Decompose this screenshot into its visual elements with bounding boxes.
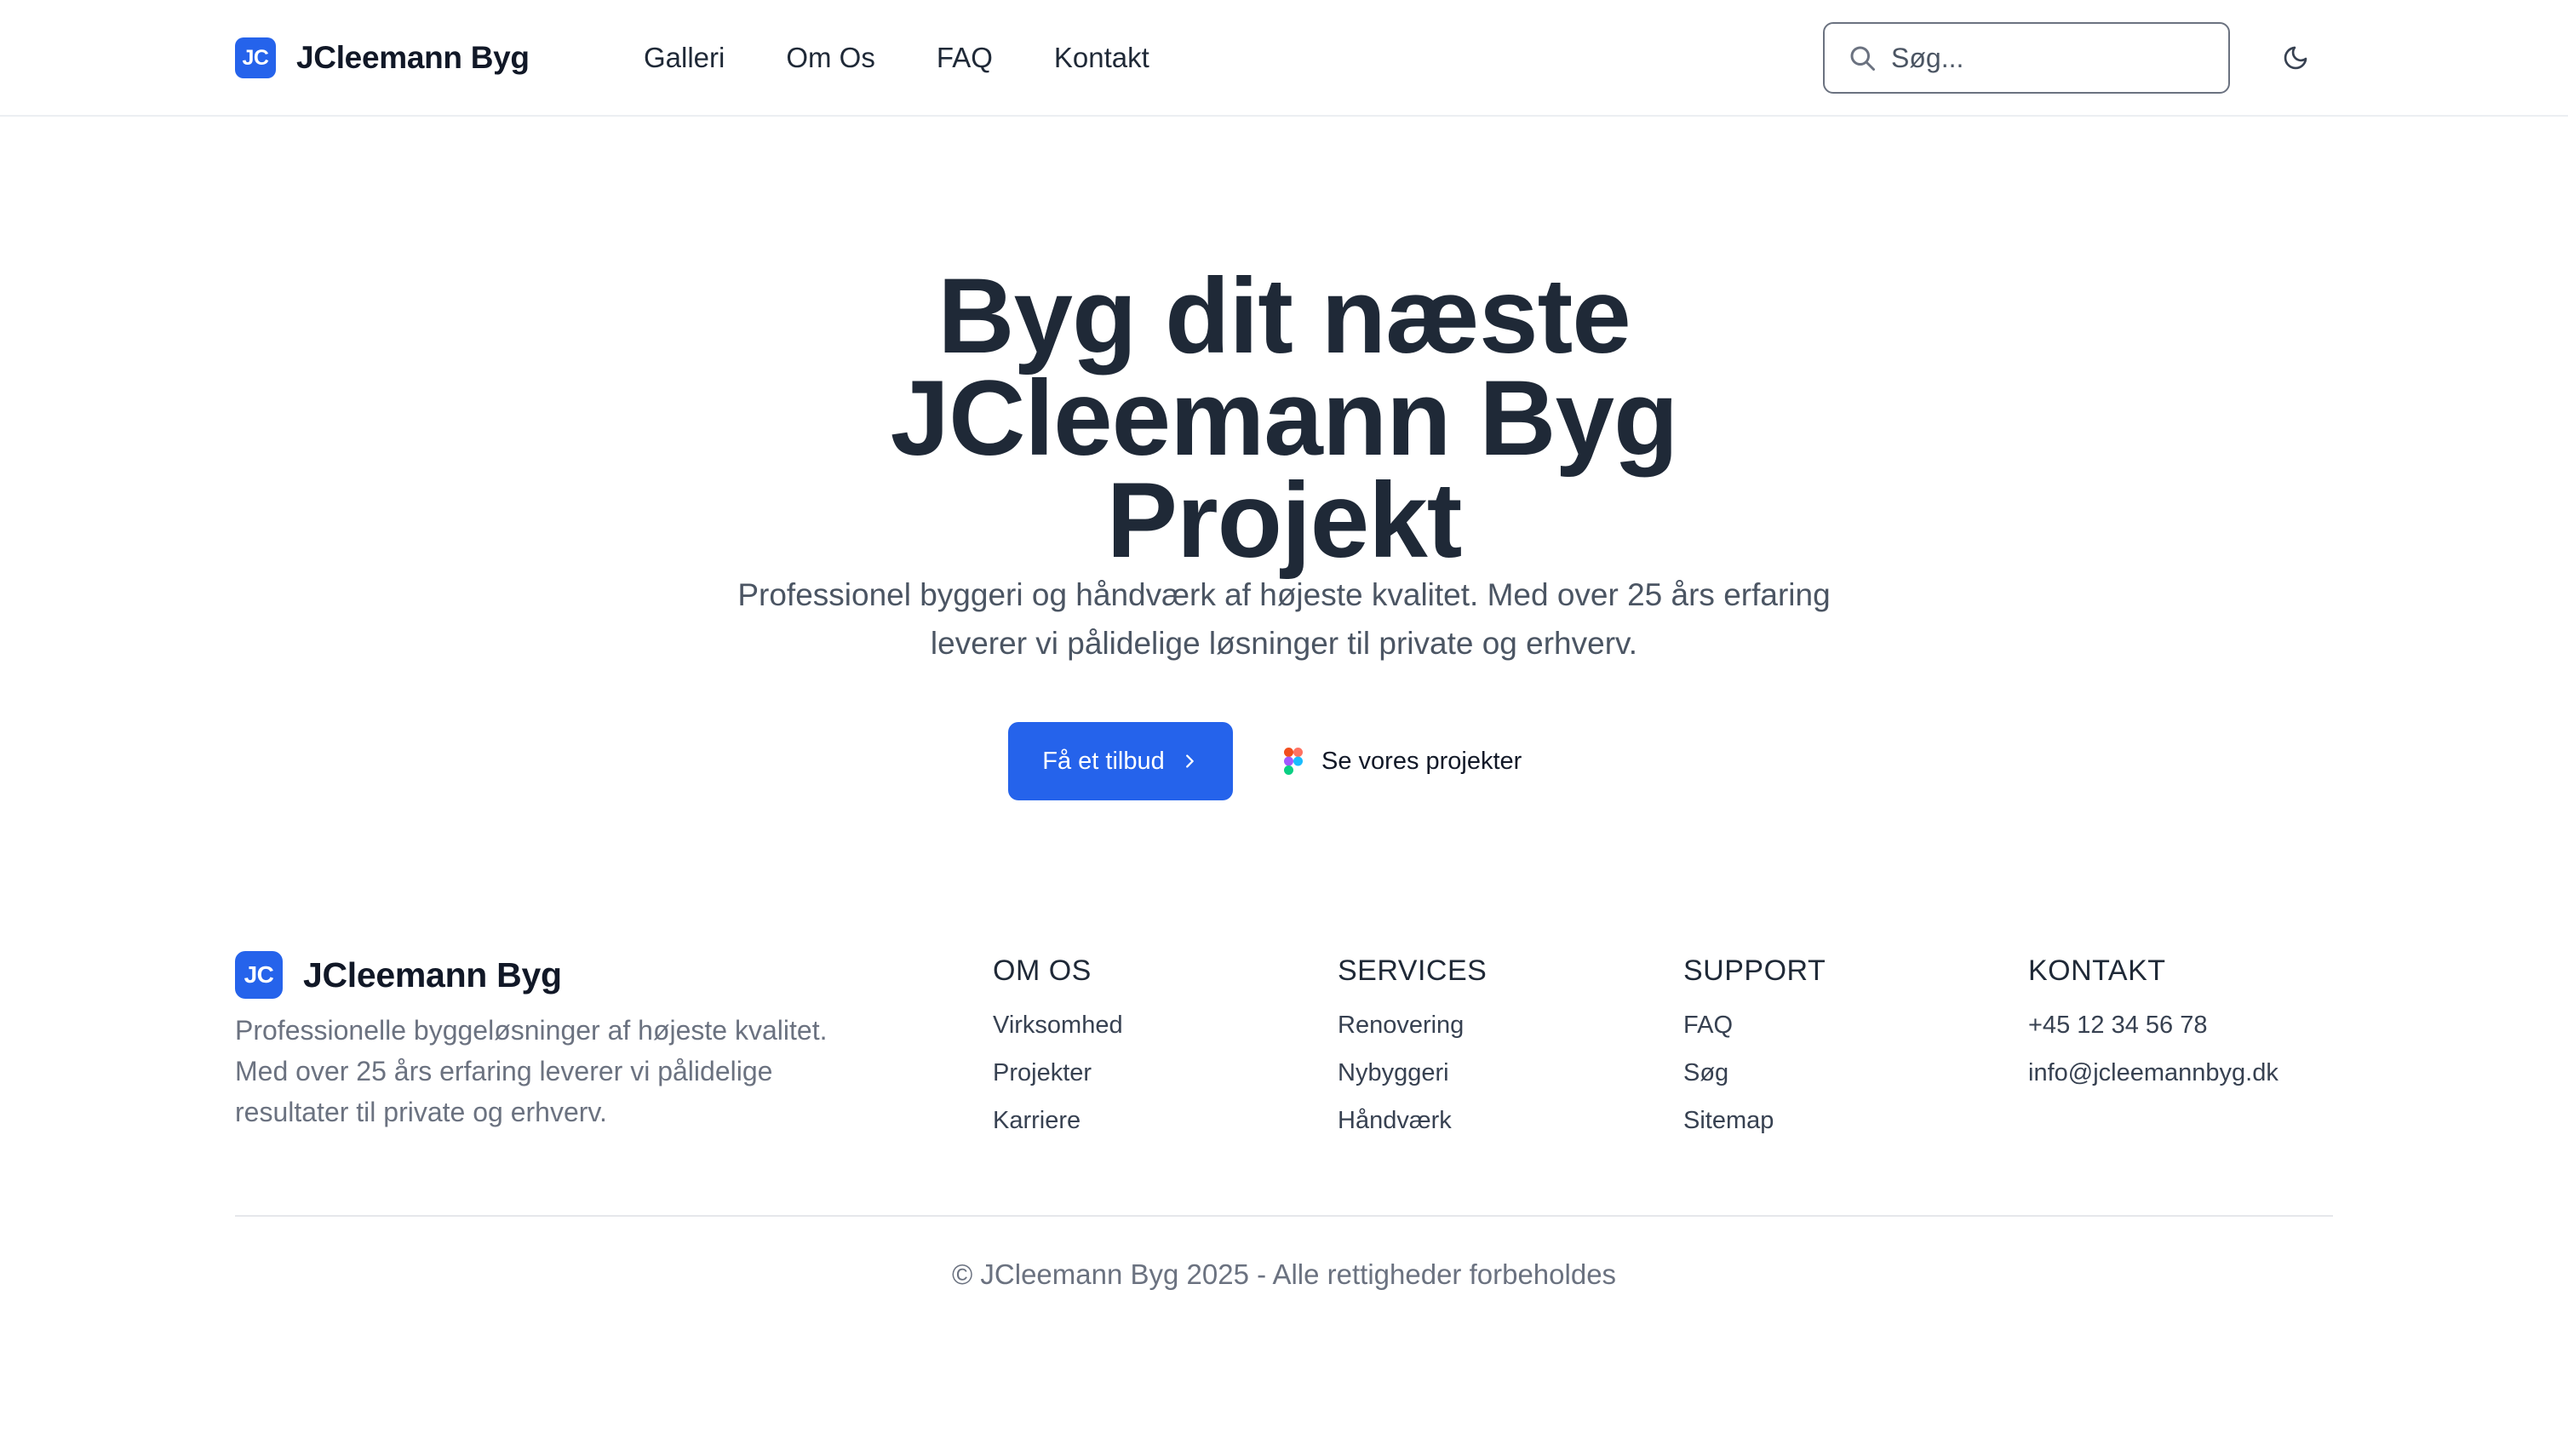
nav-om-os[interactable]: Om Os (786, 37, 875, 78)
hero-subtitle: Professionel byggeri og håndværk af høje… (688, 570, 1880, 668)
hero-title-line: JCleemann Byg (890, 359, 1679, 478)
footer-description-line: resultater til private og erhverv. (235, 1097, 607, 1127)
footer-heading: SERVICES (1338, 954, 1487, 987)
footer-heading: KONTAKT (2028, 954, 2166, 987)
footer-logo-badge: JC (235, 951, 283, 999)
footer-link-virksomhed[interactable]: Virksomhed (993, 1012, 1123, 1039)
footer-column-support: SUPPORT FAQ Søg Sitemap (1683, 952, 1826, 1144)
footer-description: Professionelle byggeløsninger af højeste… (235, 1010, 916, 1132)
see-projects-button[interactable]: Se vores projekter (1284, 741, 1522, 782)
moon-icon (2282, 44, 2309, 72)
footer-link-sog[interactable]: Søg (1683, 1059, 1728, 1086)
footer-link-email[interactable]: info@jcleemannbyg.dk (2028, 1059, 2279, 1086)
hero-title-line: Byg dit næste (937, 257, 1631, 375)
footer-brand-name: JCleemann Byg (303, 954, 562, 995)
footer-link-sitemap[interactable]: Sitemap (1683, 1107, 1774, 1134)
see-projects-label: Se vores projekter (1321, 747, 1522, 775)
logo-badge: JC (235, 37, 276, 78)
nav-galleri[interactable]: Galleri (644, 37, 725, 78)
footer-heading: OM OS (993, 954, 1092, 987)
brand-link[interactable]: JC JCleemann Byg (235, 37, 530, 78)
footer-link-faq[interactable]: FAQ (1683, 1012, 1733, 1039)
footer-link-karriere[interactable]: Karriere (993, 1107, 1081, 1134)
chevron-right-icon (1180, 752, 1199, 771)
footer-link-handvaerk[interactable]: Håndværk (1338, 1107, 1452, 1134)
get-quote-label: Få et tilbud (1042, 747, 1165, 775)
theme-toggle-button[interactable] (2279, 41, 2313, 75)
site-header: JC JCleemann Byg Galleri Om Os FAQ Konta… (0, 0, 2568, 117)
hero-subtitle-line: leverer vi pålidelige løsninger til priv… (930, 626, 1638, 661)
search-box (1823, 22, 2230, 94)
figma-icon (1284, 748, 1303, 775)
footer-column-kontakt: KONTAKT +45 12 34 56 78 info@jcleemannby… (2028, 952, 2279, 1097)
brand-name: JCleemann Byg (296, 40, 530, 75)
footer-link-nybyggeri[interactable]: Nybyggeri (1338, 1059, 1449, 1086)
footer-brand[interactable]: JC JCleemann Byg (235, 951, 562, 999)
copyright-text: © JCleemann Byg 2025 - Alle rettigheder … (951, 1258, 1617, 1290)
search-input[interactable] (1891, 42, 2215, 74)
footer-column-om-os: OM OS Virksomhed Projekter Karriere (993, 952, 1123, 1144)
main-nav: Galleri Om Os FAQ Kontakt (644, 37, 1211, 78)
nav-kontakt[interactable]: Kontakt (1054, 37, 1149, 78)
nav-faq[interactable]: FAQ (937, 37, 993, 78)
hero-title: Byg dit næste JCleemann Byg Projekt (688, 263, 1880, 574)
hero-title-line: Projekt (1106, 461, 1463, 580)
footer-divider (235, 1215, 2333, 1217)
footer-heading: SUPPORT (1683, 954, 1826, 987)
get-quote-button[interactable]: Få et tilbud (1008, 722, 1233, 800)
footer-link-phone[interactable]: +45 12 34 56 78 (2028, 1012, 2207, 1039)
search-icon (1847, 43, 1877, 73)
footer-description-line: Professionelle byggeløsninger af højeste… (235, 1015, 828, 1046)
footer-description-line: Med over 25 års erfaring leverer vi påli… (235, 1056, 773, 1086)
footer-column-services: SERVICES Renovering Nybyggeri Håndværk (1338, 952, 1487, 1144)
hero-subtitle-line: Professionel byggeri og håndværk af høje… (737, 577, 1831, 612)
footer-link-renovering[interactable]: Renovering (1338, 1012, 1464, 1039)
footer-link-projekter[interactable]: Projekter (993, 1059, 1092, 1086)
